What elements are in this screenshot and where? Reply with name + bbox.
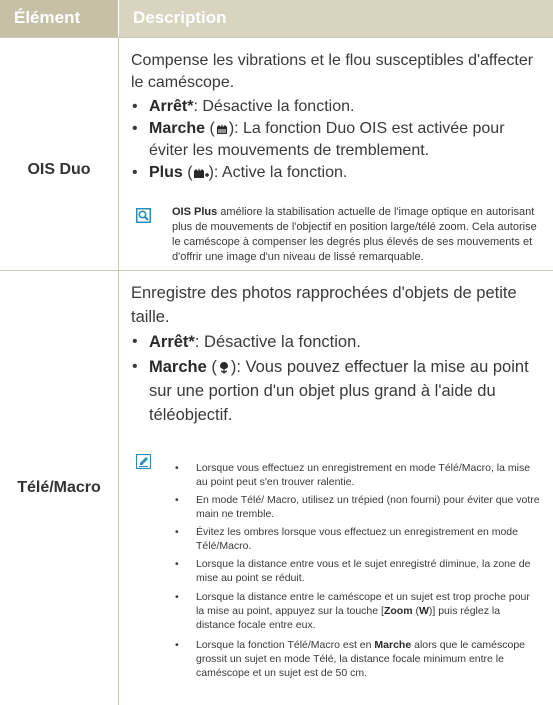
- table-header: Élément Description: [0, 0, 553, 37]
- header-cell-description: Description: [119, 0, 553, 37]
- tulip-macro-icon: [219, 362, 228, 374]
- tele-option-off-desc: : Désactive la fonction.: [194, 333, 361, 351]
- tele-option-on-label: Marche: [149, 358, 207, 376]
- ois-plus-icon: [193, 168, 209, 178]
- tele-note-2: En mode Télé/ Macro, utilisez un trépied…: [196, 494, 540, 520]
- column-divider: [118, 37, 119, 705]
- ois-intro: Compense les vibrations et le flou susce…: [131, 52, 534, 91]
- pencil-note-icon: [136, 454, 151, 469]
- ois-plus-name: OIS Plus: [172, 206, 218, 218]
- header-cell-element: Élément: [0, 0, 118, 37]
- header-description-label: Description: [133, 8, 227, 27]
- option-off-label: Arrêt*: [149, 98, 194, 115]
- tele-note-1: Lorsque vous effectuez un enregistrement…: [196, 462, 531, 488]
- option-on-label: Marche: [149, 120, 206, 137]
- row-label-tele-macro: Télé/Macro: [17, 479, 101, 496]
- magnifier-note-icon: [136, 208, 151, 223]
- tele-note-5: Lorsque la distance entre le caméscope e…: [196, 590, 540, 632]
- tele-note-3: Évitez les ombres lorsque vous effectuez…: [196, 526, 518, 552]
- option-plus-desc: ): Active la fonction.: [208, 164, 348, 181]
- row-divider: [0, 270, 553, 271]
- ois-duo-icon: [216, 124, 227, 134]
- ois-note-text: améliore la stabilisation actuelle de l'…: [172, 206, 537, 263]
- tele-note-6-a: Lorsque la fonction Télé/Macro est en: [196, 639, 375, 651]
- ois-note: OIS Plus améliore la stabilisation actue…: [172, 205, 542, 265]
- tele-note-6-bold: Marche: [374, 639, 412, 651]
- option-plus-label: Plus: [149, 164, 183, 181]
- tele-note-4: Lorsque la distance entre vous et le suj…: [196, 558, 531, 584]
- tele-note-6: Lorsque la fonction Télé/Macro est en Ma…: [196, 638, 540, 680]
- row-label-ois-duo: OIS Duo: [27, 161, 91, 178]
- row-divider: [0, 37, 553, 38]
- zoom-w-label: W: [418, 605, 429, 617]
- option-off-desc: : Désactive la fonction.: [193, 98, 355, 115]
- zoom-key-label: Zoom: [383, 605, 413, 617]
- header-element-label: Élément: [14, 8, 81, 27]
- tele-option-off-label: Arrêt*: [149, 333, 195, 351]
- tele-intro: Enregistre des photos rapprochées d'obje…: [131, 284, 517, 326]
